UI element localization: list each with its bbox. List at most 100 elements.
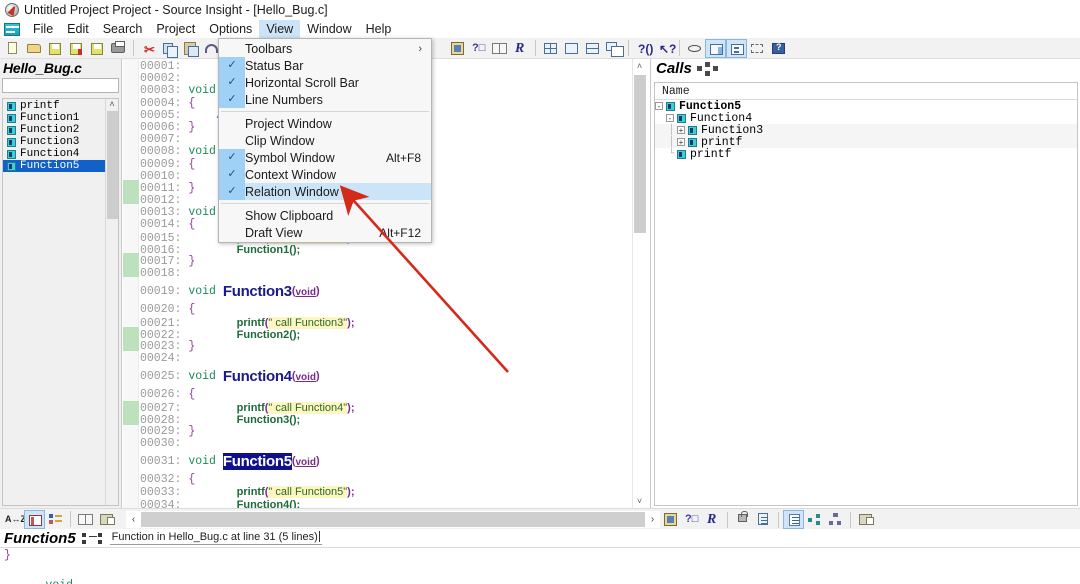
tree-expander[interactable]: +: [677, 138, 685, 147]
properties-icon[interactable]: [96, 510, 117, 529]
menu-item-symbol-window[interactable]: ✓ Symbol Window Alt+F8: [219, 149, 431, 166]
scroll-up-icon[interactable]: ˄: [109, 99, 114, 110]
menu-window[interactable]: Window: [300, 20, 358, 38]
function-name[interactable]: Function3: [223, 283, 292, 300]
menu-search[interactable]: Search: [96, 20, 150, 38]
table-row[interactable]: │ + Function3: [655, 124, 1077, 137]
menu-item-toolbars[interactable]: Toolbars ›: [219, 40, 431, 57]
help-badge-icon[interactable]: [768, 39, 789, 58]
cascade-windows-icon[interactable]: [603, 39, 624, 58]
view-dropdown-menu[interactable]: Toolbars › ✓ Status Bar ✓ Horizontal Scr…: [218, 38, 432, 243]
tile-grid-icon[interactable]: [540, 39, 561, 58]
open-book-icon[interactable]: [489, 39, 510, 58]
menu-options[interactable]: Options: [202, 20, 259, 38]
menu-edit[interactable]: Edit: [60, 20, 96, 38]
table-row[interactable]: - Function4: [655, 112, 1077, 125]
single-pane-icon[interactable]: [561, 39, 582, 58]
refresh-page-icon[interactable]: [753, 510, 774, 529]
cursor-question-icon[interactable]: ↖?: [654, 39, 676, 58]
menu-item-show-clipboard[interactable]: Show Clipboard: [219, 207, 431, 224]
relation-window-icon[interactable]: [726, 38, 747, 58]
table-row[interactable]: │ + printf: [655, 136, 1077, 149]
printer-icon[interactable]: [108, 39, 129, 58]
menu-item-context-window[interactable]: ✓ Context Window: [219, 166, 431, 183]
menu-item-relation-window[interactable]: ✓ Relation Window: [219, 183, 431, 200]
open-book-icon[interactable]: [75, 510, 96, 529]
scroll-down-icon[interactable]: ˅: [633, 494, 646, 508]
document-window-icon[interactable]: [4, 22, 20, 36]
symbol-list-icon[interactable]: [24, 509, 45, 529]
scissors-icon[interactable]: ✂: [138, 39, 159, 58]
symbol-list-scrollbar[interactable]: ˄: [105, 99, 118, 505]
question-box-icon[interactable]: ?□: [681, 510, 702, 529]
close-disk-icon[interactable]: [87, 39, 108, 58]
function-name[interactable]: Function4: [223, 368, 292, 385]
function-call: Function4();: [236, 498, 301, 508]
toolbar-separator: [778, 511, 779, 528]
save-disk-icon[interactable]: [45, 39, 66, 58]
graph-nodes-icon[interactable]: [804, 510, 825, 529]
a-to-z-icon[interactable]: A↔Z: [3, 510, 26, 529]
menu-item-line-numbers[interactable]: ✓ Line Numbers: [219, 91, 431, 108]
function-help-icon[interactable]: ?(): [633, 39, 654, 58]
editor-horizontal-scrollbar[interactable]: ‹ ›: [126, 511, 660, 528]
list-item-selected[interactable]: Function5: [3, 160, 105, 172]
paste-icon[interactable]: [180, 39, 201, 58]
relation-tree-container[interactable]: Name - Function5 - Function4 │ + Functio…: [654, 82, 1078, 506]
scroll-track[interactable]: [141, 512, 645, 527]
function-name-selected[interactable]: Function5: [222, 453, 292, 471]
line-number: 00012:: [140, 194, 182, 208]
menu-project[interactable]: Project: [149, 20, 202, 38]
script-r-icon[interactable]: R: [510, 39, 531, 58]
menu-item-horizontal-scroll-bar[interactable]: ✓ Horizontal Scroll Bar: [219, 74, 431, 91]
split-horizontal-icon[interactable]: [582, 39, 603, 58]
symbol-list[interactable]: printf Function1 Function2 Function3 Fun…: [3, 99, 105, 505]
dotted-selection-icon[interactable]: [747, 39, 768, 58]
lock-icon[interactable]: [732, 510, 753, 529]
menu-help[interactable]: Help: [359, 20, 399, 38]
menu-item-clip-window[interactable]: Clip Window: [219, 132, 431, 149]
scroll-up-icon[interactable]: ˄: [633, 59, 646, 73]
symbol-box-icon[interactable]: [660, 510, 681, 529]
scroll-thumb[interactable]: [634, 75, 646, 233]
call-graph-icon[interactable]: [696, 61, 719, 76]
list-item[interactable]: printf: [3, 100, 105, 112]
script-r-icon[interactable]: R: [702, 510, 723, 529]
new-document-icon[interactable]: [3, 39, 24, 58]
tree-label: printf: [690, 147, 732, 161]
menu-item-label: Clip Window: [245, 133, 315, 148]
menu-file[interactable]: File: [26, 20, 60, 38]
menu-view[interactable]: View: [259, 20, 301, 38]
tree-nodes-icon[interactable]: [825, 510, 846, 529]
open-folder-icon[interactable]: [24, 39, 45, 58]
context-window-icon[interactable]: [705, 38, 726, 58]
symbol-sort-icon[interactable]: [45, 510, 66, 529]
context-preview[interactable]: } void Function5(void): [0, 548, 1080, 584]
ellipse-icon[interactable]: [684, 39, 705, 58]
properties-icon[interactable]: [855, 510, 876, 529]
copy-icon[interactable]: [159, 39, 180, 58]
scroll-right-icon[interactable]: ›: [645, 514, 660, 525]
scroll-left-icon[interactable]: ‹: [126, 514, 141, 525]
tree-expander[interactable]: +: [677, 126, 685, 135]
symbol-search-input[interactable]: [2, 78, 119, 93]
tree-expander[interactable]: -: [666, 114, 674, 123]
preview-line: void Function5(void): [4, 563, 1080, 584]
list-item[interactable]: Function3: [3, 136, 105, 148]
menu-item-draft-view[interactable]: Draft View Alt+F12: [219, 224, 431, 241]
list-item[interactable]: Function2: [3, 124, 105, 136]
table-row[interactable]: └ printf: [655, 147, 1077, 161]
scroll-thumb[interactable]: [106, 111, 118, 219]
list-item[interactable]: Function1: [3, 112, 105, 124]
symbol-box-icon[interactable]: [447, 39, 468, 58]
table-row[interactable]: - Function5: [655, 100, 1077, 113]
list-item[interactable]: Function4: [3, 148, 105, 160]
menu-item-project-window[interactable]: Project Window: [219, 115, 431, 132]
menu-item-status-bar[interactable]: ✓ Status Bar: [219, 57, 431, 74]
editor-vertical-scrollbar[interactable]: ˄ ˅: [632, 59, 646, 508]
question-box-icon[interactable]: ?□: [468, 39, 489, 58]
save-all-disk-icon[interactable]: [66, 39, 87, 58]
context-symbol-icon[interactable]: [81, 531, 104, 545]
tree-expander[interactable]: -: [655, 102, 663, 111]
outline-lines-icon[interactable]: [783, 510, 804, 529]
